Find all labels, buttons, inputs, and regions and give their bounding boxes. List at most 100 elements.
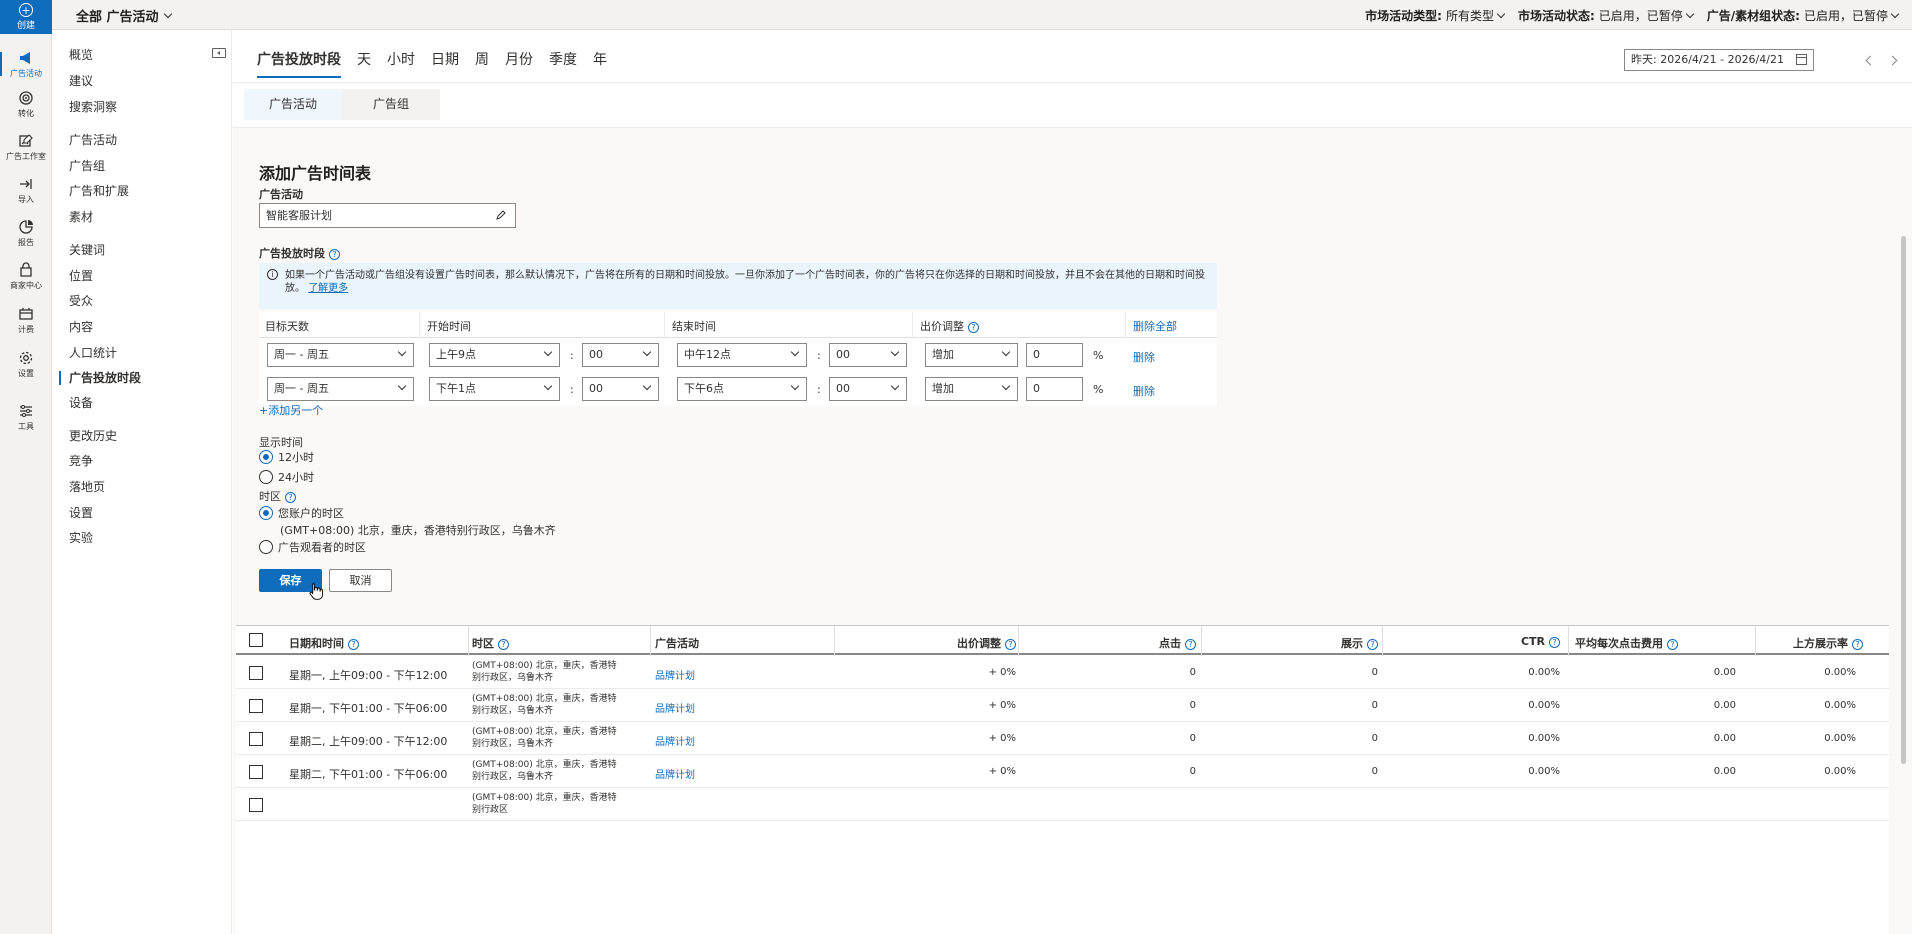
help-icon[interactable]: ? <box>1667 638 1678 650</box>
header-top-rate[interactable]: 上方展示率? <box>1793 635 1863 651</box>
learn-more-link[interactable]: 了解更多 <box>308 283 348 294</box>
help-icon[interactable]: ? <box>1005 638 1016 650</box>
cell-campaign[interactable]: 品牌计划 <box>655 733 695 748</box>
start-minute-dropdown[interactable]: 00 <box>582 377 659 401</box>
nav-item-devices[interactable]: 设备 <box>52 393 232 413</box>
tab-day[interactable]: 天 <box>349 44 379 78</box>
add-another-link[interactable]: +添加另一个 <box>259 402 323 418</box>
filter-campaign-type[interactable]: 市场活动类型: 所有类型 <box>1365 7 1506 24</box>
radio-account-timezone[interactable]: 您账户的时区 <box>259 505 344 521</box>
help-icon[interactable]: ? <box>1367 638 1378 650</box>
nav-item-demographics[interactable]: 人口统计 <box>52 343 232 363</box>
pencil-icon[interactable] <box>496 210 506 220</box>
bid-value-input[interactable]: 0 <box>1026 377 1083 401</box>
delete-row-link[interactable]: 删除 <box>1133 383 1155 399</box>
cell-campaign[interactable]: 品牌计划 <box>655 766 695 781</box>
tab-month[interactable]: 月份 <box>497 44 541 78</box>
radio-12-hour[interactable]: 12小时 <box>259 449 314 465</box>
table-row[interactable]: 星期一, 上午09:00 - 下午12:00 (GMT+08:00) 北京，重庆，… <box>236 657 1889 689</box>
rail-item-merchant-center[interactable]: 商家中心 <box>0 256 52 296</box>
nav-item-audiences[interactable]: 受众 <box>52 291 232 311</box>
start-hour-dropdown[interactable]: 下午1点 <box>429 377 560 401</box>
table-row[interactable]: 星期一, 下午01:00 - 下午06:00 (GMT+08:00) 北京，重庆，… <box>236 690 1889 722</box>
vertical-scrollbar[interactable] <box>1901 236 1906 764</box>
bid-value-input[interactable]: 0 <box>1026 343 1083 367</box>
previous-period-button[interactable] <box>1861 50 1879 70</box>
end-minute-dropdown[interactable]: 00 <box>829 343 907 367</box>
nav-item-insights[interactable]: 搜索洞察 <box>52 97 232 117</box>
tab-hour[interactable]: 小时 <box>379 44 423 78</box>
nav-item-ads-extensions[interactable]: 广告和扩展 <box>52 181 232 201</box>
rail-item-ad-studio[interactable]: 广告工作室 <box>0 127 52 167</box>
create-button[interactable]: + 创建 <box>0 0 52 34</box>
rail-item-import[interactable]: 导入 <box>0 170 52 210</box>
next-period-button[interactable] <box>1883 50 1901 70</box>
nav-item-ad-groups[interactable]: 广告组 <box>52 156 232 176</box>
tab-ad-groups[interactable]: 广告组 <box>342 89 440 120</box>
help-icon[interactable]: ? <box>498 638 509 650</box>
radio-viewer-timezone[interactable]: 广告观看者的时区 <box>259 539 366 555</box>
rail-item-reports[interactable]: 报告 <box>0 213 52 253</box>
help-icon[interactable]: ? <box>329 248 340 260</box>
nav-item-change-history[interactable]: 更改历史 <box>52 426 232 446</box>
days-dropdown[interactable]: 周一 - 周五 <box>267 343 414 367</box>
select-all-checkbox[interactable] <box>249 633 263 647</box>
start-minute-dropdown[interactable]: 00 <box>582 343 659 367</box>
header-timezone[interactable]: 时区? <box>472 635 509 651</box>
nav-item-competition[interactable]: 竞争 <box>52 451 232 471</box>
delete-all-link[interactable]: 删除全部 <box>1133 318 1177 334</box>
nav-item-keywords[interactable]: 关键词 <box>52 240 232 260</box>
nav-item-ad-schedule[interactable]: 广告投放时段 <box>52 368 232 388</box>
rail-item-conversions[interactable]: 转化 <box>0 84 52 124</box>
tab-ad-schedule[interactable]: 广告投放时段 <box>257 44 349 78</box>
row-checkbox[interactable] <box>249 699 263 713</box>
start-hour-dropdown[interactable]: 上午9点 <box>429 343 560 367</box>
nav-item-recommendations[interactable]: 建议 <box>52 71 232 91</box>
help-icon[interactable]: ? <box>285 491 296 503</box>
nav-item-campaigns[interactable]: 广告活动 <box>52 130 232 150</box>
filter-ad-status[interactable]: 广告/素材组状态: 已启用，已暂停 <box>1707 7 1900 24</box>
nav-item-experiments[interactable]: 实验 <box>52 528 232 548</box>
nav-item-landing-pages[interactable]: 落地页 <box>52 477 232 497</box>
help-icon[interactable]: ? <box>1185 638 1196 650</box>
date-range-picker[interactable]: 昨天: 2026/4/21 - 2026/4/21 <box>1624 49 1814 71</box>
row-checkbox[interactable] <box>249 732 263 746</box>
end-hour-dropdown[interactable]: 下午6点 <box>677 377 807 401</box>
radio-24-hour[interactable]: 24小时 <box>259 469 314 485</box>
cell-campaign[interactable]: 品牌计划 <box>655 700 695 715</box>
table-row[interactable]: (GMT+08:00) 北京，重庆，香港特别行政区 <box>236 789 1889 821</box>
tab-year[interactable]: 年 <box>585 44 615 78</box>
nav-item-assets[interactable]: 素材 <box>52 207 232 227</box>
bid-direction-dropdown[interactable]: 增加 <box>925 343 1018 367</box>
table-row[interactable]: 星期二, 上午09:00 - 下午12:00 (GMT+08:00) 北京，重庆，… <box>236 723 1889 755</box>
rail-item-campaigns[interactable]: 广告活动 <box>0 44 52 84</box>
tab-date[interactable]: 日期 <box>423 44 467 78</box>
help-icon[interactable]: ? <box>968 321 979 333</box>
tab-campaigns[interactable]: 广告活动 <box>244 89 342 120</box>
row-checkbox[interactable] <box>249 765 263 779</box>
nav-item-content[interactable]: 内容 <box>52 317 232 337</box>
rail-item-tools[interactable]: 工具 <box>0 397 52 437</box>
bid-direction-dropdown[interactable]: 增加 <box>925 377 1018 401</box>
end-minute-dropdown[interactable]: 00 <box>829 377 907 401</box>
header-ctr[interactable]: CTR? <box>1480 635 1560 648</box>
cancel-button[interactable]: 取消 <box>329 569 392 592</box>
row-checkbox[interactable] <box>249 666 263 680</box>
nav-item-overview[interactable]: 概览 <box>52 45 232 65</box>
row-checkbox[interactable] <box>249 798 263 812</box>
account-selector[interactable]: 全部 广告活动 <box>76 6 172 25</box>
table-row[interactable]: 星期二, 下午01:00 - 下午06:00 (GMT+08:00) 北京，重庆，… <box>236 756 1889 788</box>
tab-quarter[interactable]: 季度 <box>541 44 585 78</box>
header-datetime[interactable]: 日期和时间? <box>289 635 359 651</box>
nav-item-settings[interactable]: 设置 <box>52 503 232 523</box>
campaign-field[interactable]: 智能客服计划 <box>259 203 516 228</box>
header-avg-cpc[interactable]: 平均每次点击费用? <box>1575 635 1678 651</box>
header-bid-adjust[interactable]: 出价调整? <box>936 635 1016 651</box>
rail-item-billing[interactable]: 计费 <box>0 300 52 340</box>
help-icon[interactable]: ? <box>1852 638 1863 650</box>
filter-campaign-status[interactable]: 市场活动状态: 已启用，已暂停 <box>1518 7 1695 24</box>
header-campaign[interactable]: 广告活动 <box>655 635 699 651</box>
header-clicks[interactable]: 点击? <box>1116 635 1196 651</box>
end-hour-dropdown[interactable]: 中午12点 <box>677 343 807 367</box>
delete-row-link[interactable]: 删除 <box>1133 349 1155 365</box>
